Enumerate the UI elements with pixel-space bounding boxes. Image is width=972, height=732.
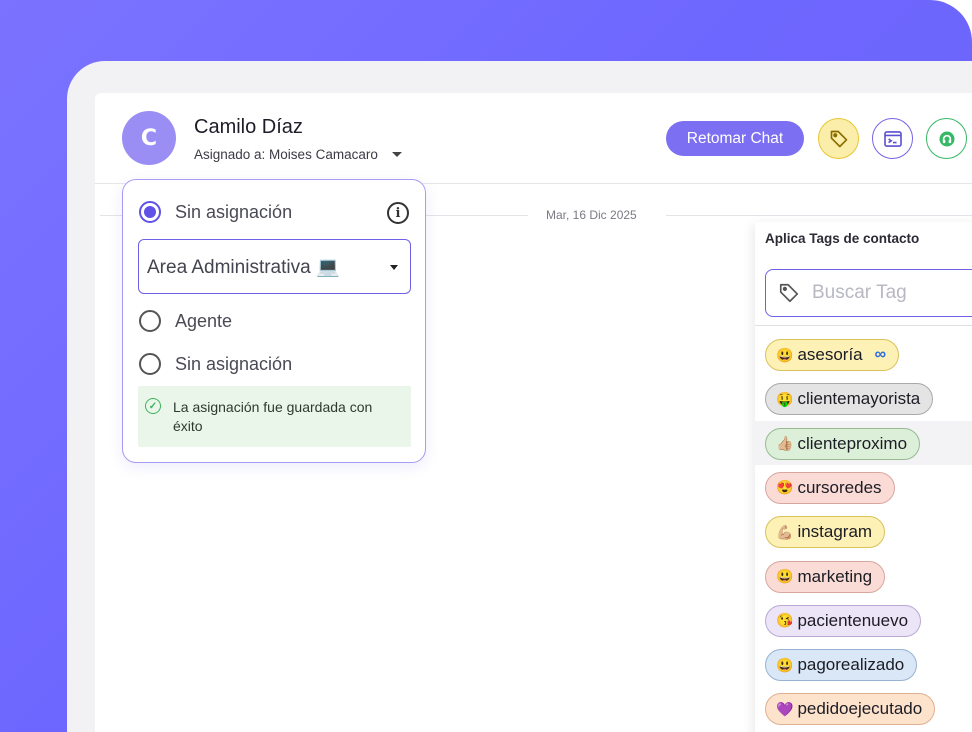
success-message-box: ✓ La asignación fue guardada con éxito [138, 386, 411, 447]
tag-emoji-icon: 😃 [776, 346, 794, 363]
chevron-down-icon [391, 152, 402, 157]
tag-chip-clientemayorista[interactable]: 🤑 clientemayorista [765, 383, 934, 416]
tag-emoji-icon: 😍 [776, 479, 794, 496]
tag-emoji-icon: 💜 [776, 700, 794, 717]
tag-icon [779, 283, 799, 303]
contact-name: Camilo Díaz [194, 116, 303, 138]
tag-emoji-icon: 😃 [776, 568, 794, 584]
tag-emoji-icon: 😘 [776, 612, 794, 629]
tag-emoji-icon: 🤑 [776, 390, 794, 407]
meta-icon: ∞ [874, 346, 887, 363]
radio-label: Sin asignación [175, 353, 293, 374]
tag-button[interactable] [818, 118, 859, 159]
success-message: La asignación fue guardada con éxito [173, 399, 373, 434]
tag-chip-cursoredes[interactable]: 😍 cursoredes [765, 471, 895, 504]
tag-chip-asesoría[interactable]: 😃 asesoría ∞ [765, 339, 900, 371]
tag-label: asesoría [797, 345, 863, 364]
tag-emoji-icon: 😃 [776, 656, 794, 673]
tag-search-input[interactable]: Buscar Tag [765, 269, 972, 317]
tag-chip-marketing[interactable]: 😃 marketing [765, 560, 886, 593]
tag-search-placeholder: Buscar Tag [812, 282, 907, 303]
tag-emoji-icon: 💪🏼 [776, 523, 794, 540]
tag-chip-instagram[interactable]: 💪🏼 instagram [765, 516, 886, 549]
tag-label: pagorealizado [797, 655, 905, 675]
assigned-to-label: Asignado a: Moises Camacaro [194, 147, 378, 162]
tag-chip-pacientenuevo[interactable]: 😘 pacientenuevo [765, 604, 922, 637]
tag-emoji-icon: 👍🏼 [776, 435, 794, 452]
tag-label: pedidoejecutado [797, 699, 923, 719]
tag-label: pacientenuevo [797, 610, 909, 630]
radio-unchecked-icon[interactable] [139, 353, 161, 375]
radio-label: Agente [175, 310, 233, 331]
radio-option-unassigned[interactable]: Sin asignación [139, 353, 292, 375]
chat-date-label: Mar, 16 Dic 2025 [546, 208, 637, 222]
tags-panel: Aplica Tags de contacto Buscar Tag 😃 ases… [755, 222, 972, 732]
chevron-down-icon [390, 265, 398, 270]
assignment-popup: Sin asignación i Area Administrativa 💻 A… [122, 179, 426, 463]
area-select-value: Area Administrativa 💻 [147, 256, 340, 278]
tag-chip-pagorealizado[interactable]: 😃 pagorealizado [765, 649, 918, 682]
radio-option-agent[interactable]: Agente [139, 310, 232, 332]
tag-label: clientemayorista [797, 389, 921, 409]
area-select[interactable]: Area Administrativa 💻 [138, 239, 411, 294]
radio-option-unassigned-top[interactable]: Sin asignación [139, 201, 292, 223]
support-button[interactable] [926, 118, 967, 159]
tag-label: clienteproximo [797, 433, 908, 453]
assignment-dropdown[interactable]: Asignado a: Moises Camacaro [194, 147, 402, 162]
avatar: C [122, 111, 176, 165]
tag-chip-clienteproximo[interactable]: 👍🏼 clienteproximo [765, 427, 921, 460]
support-icon [939, 131, 954, 146]
info-icon[interactable]: i [387, 202, 409, 224]
tag-label: cursoredes [797, 477, 882, 497]
tag-chip-pedidoejecutado[interactable]: 💜 pedidoejecutado [765, 693, 936, 726]
tag-label: instagram [797, 522, 873, 542]
tag-icon [830, 130, 847, 147]
tags-divider [755, 325, 972, 326]
radio-unchecked-icon[interactable] [139, 310, 161, 332]
terminal-icon [883, 130, 902, 147]
check-circle-icon: ✓ [145, 398, 161, 414]
tags-panel-title: Aplica Tags de contacto [765, 231, 920, 246]
radio-checked-icon[interactable] [139, 201, 161, 223]
date-divider-right [666, 215, 972, 216]
tag-label: marketing [797, 566, 873, 586]
retake-chat-button[interactable]: Retomar Chat [666, 121, 804, 156]
radio-label: Sin asignación [175, 201, 293, 222]
terminal-button[interactable] [872, 118, 913, 159]
